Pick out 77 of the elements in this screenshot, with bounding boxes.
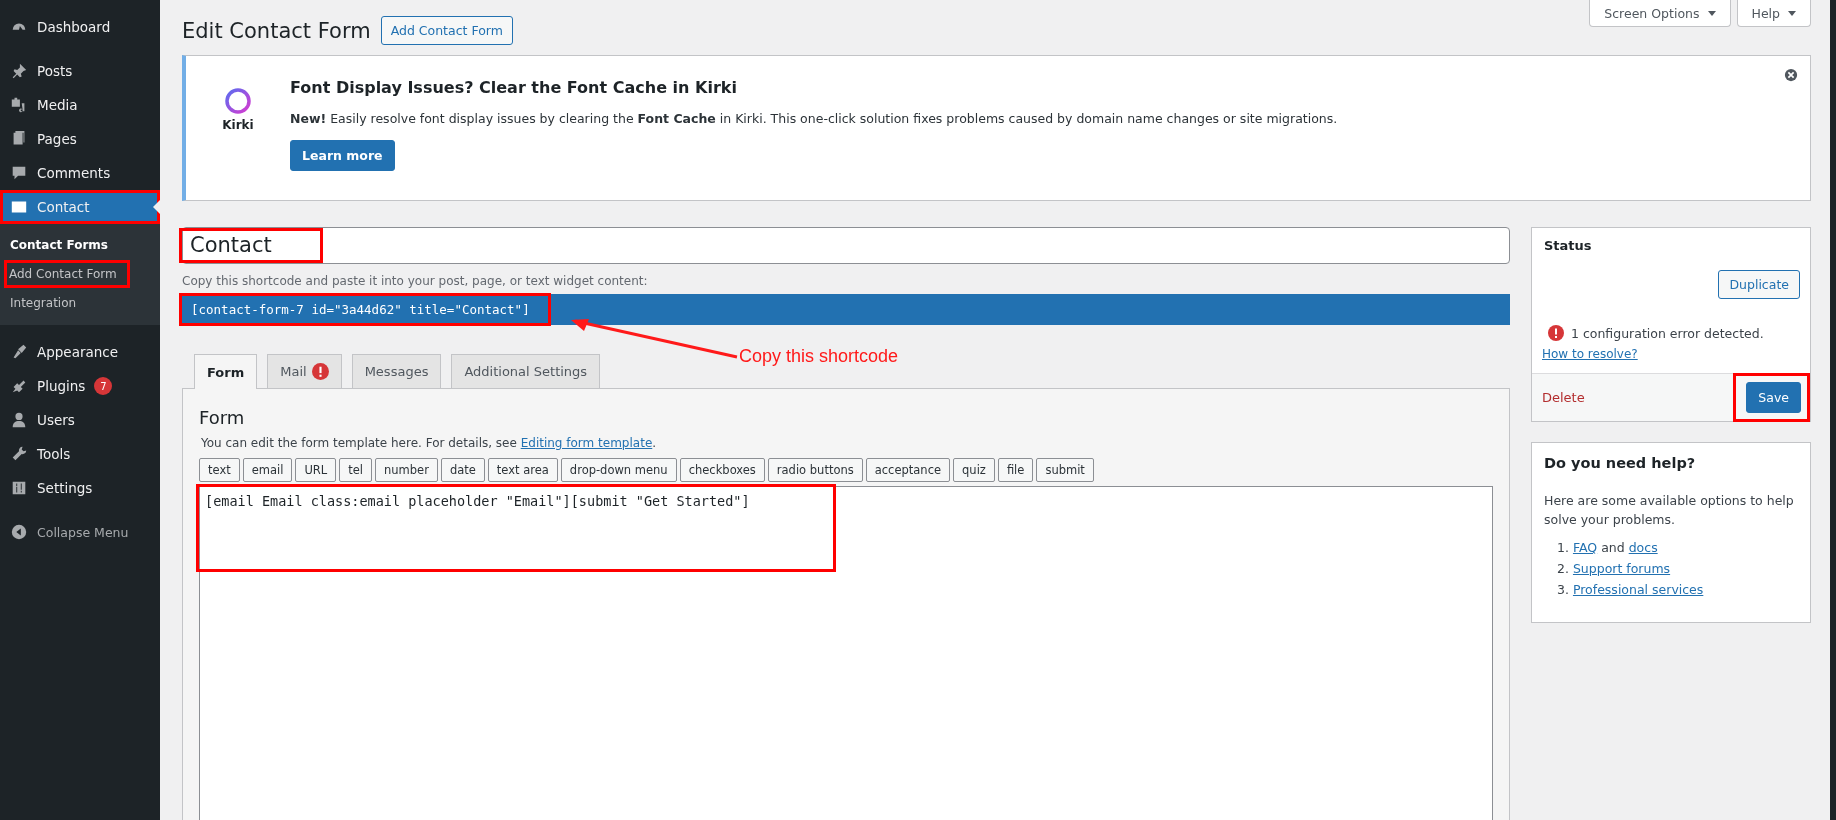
tag-generator-button[interactable]: checkboxes <box>679 458 765 482</box>
tag-generator-button[interactable]: tel <box>339 458 373 482</box>
help-title: Do you need help? <box>1543 454 1697 471</box>
collapse-icon <box>10 523 28 541</box>
add-contact-form-button[interactable]: Add Contact Form <box>380 16 513 45</box>
current-pointer-icon <box>153 199 160 215</box>
caret-icon <box>1707 10 1716 16</box>
list-number: 2. <box>1557 561 1569 576</box>
tag-generator-button[interactable]: file <box>997 458 1034 482</box>
error-message: 1 configuration error detected. <box>1571 325 1764 341</box>
menu-item[interactable]: Media <box>0 88 160 122</box>
annotation-text: Copy this shortcode <box>739 346 899 367</box>
list-number: 3. <box>1557 582 1569 597</box>
shortcode-field[interactable]: [contact-form-7 id="3a44d62" title="Contact"] <box>182 294 1510 325</box>
menu-item[interactable]: Settings <box>0 471 160 505</box>
menu-icon <box>10 411 28 429</box>
logo-icon <box>223 86 253 116</box>
panel-heading: Form <box>199 407 246 428</box>
help-link[interactable]: FAQ <box>1572 540 1598 555</box>
shortcode-hint: Copy this shortcode and paste it into your post, page, or text widget content: <box>182 274 649 288</box>
form-description: You can edit the form template here. For details, see Editing form template. <box>201 436 658 450</box>
tag-generator-button[interactable]: URL <box>295 458 337 482</box>
title-field[interactable]: Contact <box>182 227 1510 264</box>
error-icon <box>1548 325 1564 341</box>
tag-generator-button[interactable]: email <box>242 458 293 482</box>
menu-item[interactable]: Contact <box>0 190 160 224</box>
logo-text: Kirki <box>222 118 254 132</box>
screen-meta-toggle[interactable]: Help <box>1736 0 1811 27</box>
menu-item[interactable]: Dashboard <box>0 10 160 44</box>
menu-item[interactable]: Posts <box>0 54 160 88</box>
save-button[interactable]: Save <box>1746 382 1801 413</box>
tag-generator-button[interactable]: text area <box>487 458 558 482</box>
page-title: Edit Contact Form <box>182 18 371 43</box>
tab[interactable]: Messages <box>351 354 442 388</box>
help-link[interactable]: Support forums <box>1572 561 1671 576</box>
menu-item[interactable]: Pages <box>0 122 160 156</box>
menu-item[interactable]: Comments <box>0 156 160 190</box>
menu-item[interactable]: Appearance <box>0 335 160 369</box>
menu-icon <box>10 479 28 497</box>
tag-generator-button[interactable]: radio buttons <box>767 458 863 482</box>
notice-text: New! Easily resolve font display issues by clearing the Font Cache in Kirki. This one-click solution fixes problems caused by domain name changes or site migrations. <box>290 111 1338 126</box>
submenu-item[interactable]: Add Contact Form <box>0 259 160 289</box>
tab[interactable]: Additional Settings <box>451 354 601 388</box>
menu-item[interactable]: Plugins 7 <box>0 369 160 403</box>
screen-meta-toggle[interactable]: Screen Options <box>1589 0 1731 27</box>
how-to-resolve-link[interactable]: How to resolve? <box>1532 341 1810 373</box>
status-title: Status <box>1543 237 1593 253</box>
collapse-menu-button[interactable]: Collapse Menu <box>0 515 160 549</box>
tag-generator-button[interactable]: submit <box>1036 458 1094 482</box>
duplicate-button[interactable]: Duplicate <box>1718 270 1800 299</box>
help-text: Here are some available options to help solve your problems. <box>1544 492 1795 529</box>
menu-item[interactable]: Users <box>0 403 160 437</box>
tab[interactable]: Form <box>194 354 258 389</box>
update-count-badge: 7 <box>94 377 113 395</box>
submenu-item[interactable]: Integration <box>0 289 160 317</box>
help-link[interactable]: docs <box>1628 540 1658 555</box>
help-text: and <box>1601 540 1625 555</box>
tab[interactable]: Mail <box>267 354 342 388</box>
tag-generator-button[interactable]: drop-down menu <box>560 458 677 482</box>
menu-item[interactable]: Tools <box>0 437 160 471</box>
notice-title: Font Display Issues? Clear the Font Cache in Kirki <box>290 78 738 97</box>
menu-icon <box>10 62 28 80</box>
submenu-item[interactable]: Contact Forms <box>0 231 160 259</box>
delete-link[interactable]: Delete <box>1542 390 1585 405</box>
learn-more-button[interactable]: Learn more <box>290 140 395 171</box>
tag-generator-button[interactable]: quiz <box>953 458 995 482</box>
help-link[interactable]: Professional services <box>1572 582 1704 597</box>
template-editor[interactable]: [email Email class:email placeholder "Email"][submit "Get Started"] <box>199 486 1493 820</box>
caret-icon <box>1788 10 1796 16</box>
menu-icon <box>10 445 28 463</box>
tag-generator-button[interactable]: date <box>440 458 485 482</box>
tag-generator-button[interactable]: text <box>199 458 240 482</box>
tag-generator-button[interactable]: acceptance <box>865 458 951 482</box>
close-icon[interactable] <box>1784 68 1798 82</box>
list-number: 1. <box>1557 540 1569 555</box>
error-icon <box>311 363 329 380</box>
tag-generator-button[interactable]: number <box>375 458 438 482</box>
